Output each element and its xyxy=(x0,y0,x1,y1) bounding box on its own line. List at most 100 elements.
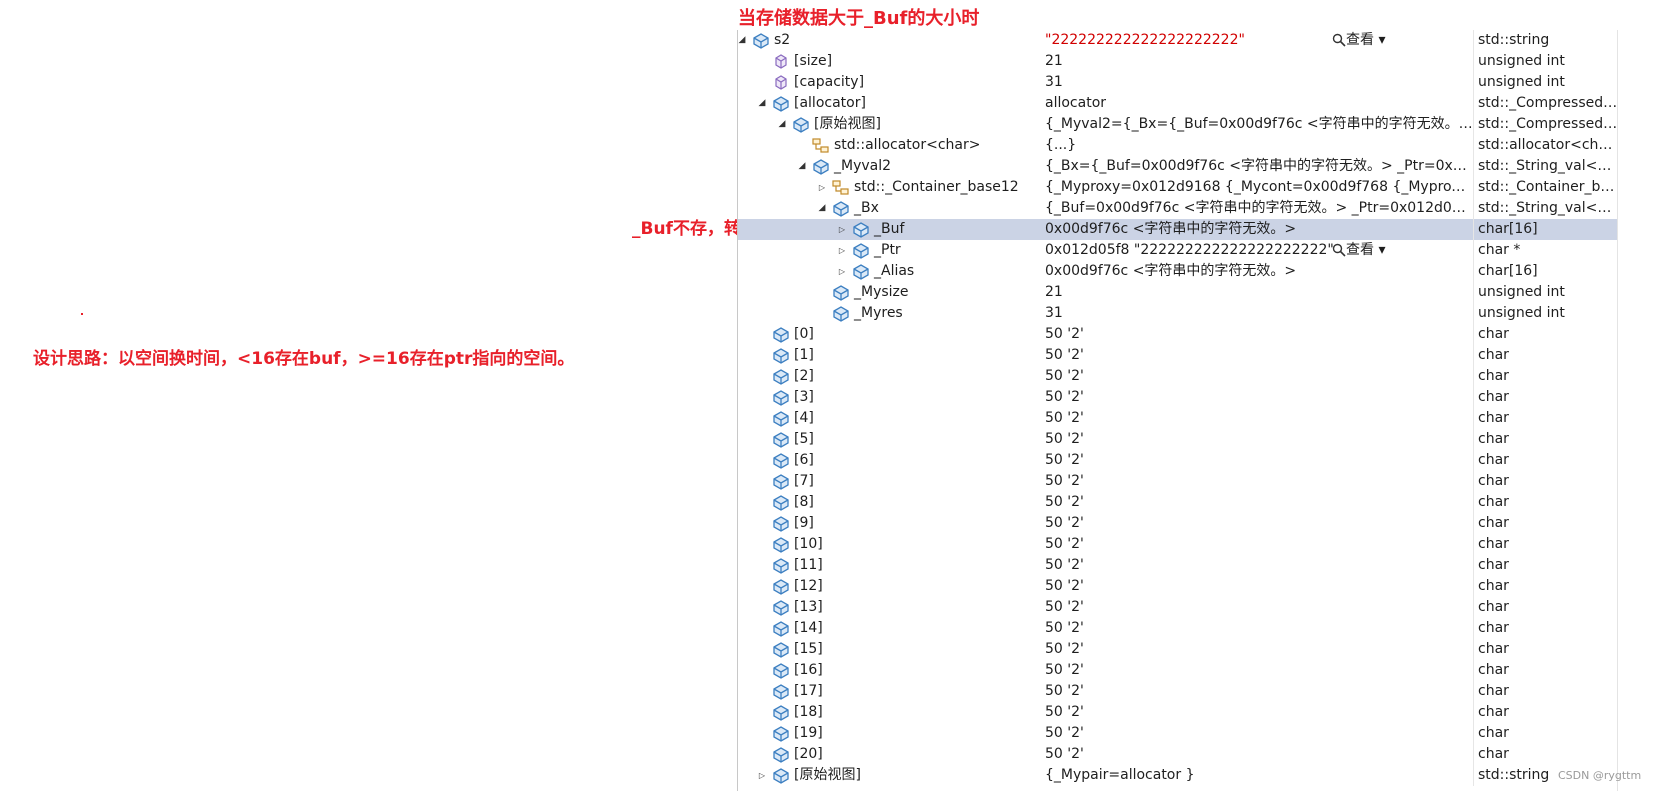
watch-value-cell[interactable]: 50 '2' xyxy=(1041,723,1473,744)
watch-type-cell: char xyxy=(1473,345,1618,366)
collapse-arrow-icon[interactable]: ◢ xyxy=(738,30,748,51)
watch-value-cell[interactable]: 50 '2' xyxy=(1041,513,1473,534)
watch-value-cell[interactable]: 50 '2' xyxy=(1041,576,1473,597)
watch-row[interactable]: [size] 21 unsigned int xyxy=(738,51,1618,72)
watch-row[interactable]: ◢ [原始视图] {_Myval2={_Bx={_Buf=0x00d9f76c <字… xyxy=(738,114,1618,135)
watch-row[interactable]: [8] 50 '2' char xyxy=(738,492,1618,513)
watch-row[interactable]: ▷ _Alias 0x00d9f76c <字符串中的字符无效。> char[16] xyxy=(738,261,1618,282)
watch-value-cell[interactable]: 50 '2' xyxy=(1041,744,1473,765)
watch-row[interactable]: ▷ _Buf 0x00d9f76c <字符串中的字符无效。> char[16] xyxy=(738,219,1618,240)
watch-type-cell: unsigned int xyxy=(1473,72,1618,93)
watch-value-cell[interactable]: 0x00d9f76c <字符串中的字符无效。> xyxy=(1041,219,1473,240)
watch-row[interactable]: [7] 50 '2' char xyxy=(738,471,1618,492)
watch-name-label: [5] xyxy=(794,431,814,447)
watch-row[interactable]: [1] 50 '2' char xyxy=(738,345,1618,366)
watch-name-cell: ◢ [原始视图] xyxy=(738,114,1041,135)
watch-value-cell[interactable]: {_Bx={_Buf=0x00d9f76c <字符串中的字符无效。> _Ptr=… xyxy=(1041,156,1473,177)
watch-value-cell[interactable]: "222222222222222222222" xyxy=(1041,30,1473,51)
dropdown-arrow-icon[interactable]: ▾ xyxy=(1374,32,1385,48)
watch-value-cell[interactable]: {_Mypair=allocator } xyxy=(1041,765,1473,786)
watch-value-cell[interactable]: 50 '2' xyxy=(1041,450,1473,471)
watch-name-cell: [3] xyxy=(738,387,1041,408)
watch-row[interactable]: [19] 50 '2' char xyxy=(738,723,1618,744)
watch-row[interactable]: ◢ s2 "222222222222222222222" 查看 ▾ std::strin… xyxy=(738,30,1618,51)
watch-row[interactable]: [5] 50 '2' char xyxy=(738,429,1618,450)
expand-arrow-icon[interactable]: ▷ xyxy=(836,240,848,261)
watch-row[interactable]: ◢ _Myval2 {_Bx={_Buf=0x00d9f76c <字符串中的字符无效… xyxy=(738,156,1618,177)
watch-row[interactable]: [9] 50 '2' char xyxy=(738,513,1618,534)
watch-value-cell[interactable]: {_Buf=0x00d9f76c <字符串中的字符无效。> _Ptr=0x012… xyxy=(1041,198,1473,219)
expand-arrow-icon[interactable]: ▷ xyxy=(836,261,848,282)
watch-value-cell[interactable]: 50 '2' xyxy=(1041,597,1473,618)
watch-value-cell[interactable]: 21 xyxy=(1041,51,1473,72)
watch-value-cell[interactable]: 50 '2' xyxy=(1041,702,1473,723)
watch-value-text: 50 '2' xyxy=(1045,515,1084,531)
watch-row[interactable]: [13] 50 '2' char xyxy=(738,597,1618,618)
watch-value-cell[interactable]: 50 '2' xyxy=(1041,555,1473,576)
watch-row[interactable]: [11] 50 '2' char xyxy=(738,555,1618,576)
collapse-arrow-icon[interactable]: ◢ xyxy=(776,114,788,135)
watch-row[interactable]: [14] 50 '2' char xyxy=(738,618,1618,639)
watch-value-cell[interactable]: 50 '2' xyxy=(1041,366,1473,387)
text-visualizer-button[interactable]: 查看 ▾ xyxy=(1332,30,1385,51)
expand-arrow-icon[interactable]: ▷ xyxy=(816,177,828,198)
watch-value-cell[interactable]: {...} xyxy=(1041,135,1473,156)
watch-row[interactable]: [20] 50 '2' char xyxy=(738,744,1618,765)
watch-value-cell[interactable]: allocator xyxy=(1041,93,1473,114)
watch-value-cell[interactable]: 50 '2' xyxy=(1041,345,1473,366)
watch-row[interactable]: ◢ [allocator] allocator std::_Compressed_p.… xyxy=(738,93,1618,114)
watch-value-cell[interactable]: 50 '2' xyxy=(1041,639,1473,660)
watch-value-cell[interactable]: 50 '2' xyxy=(1041,429,1473,450)
watch-value-cell[interactable]: 50 '2' xyxy=(1041,660,1473,681)
object-icon xyxy=(813,159,829,175)
watch-type-cell: char * xyxy=(1473,240,1618,261)
expand-arrow-icon[interactable]: ▷ xyxy=(756,765,768,786)
watch-name-label: [18] xyxy=(794,704,823,720)
watch-value-cell[interactable]: 50 '2' xyxy=(1041,324,1473,345)
watch-type-cell: unsigned int xyxy=(1473,282,1618,303)
watch-row[interactable]: ◢ _Bx {_Buf=0x00d9f76c <字符串中的字符无效。> _Ptr=0… xyxy=(738,198,1618,219)
watch-value-cell[interactable]: 50 '2' xyxy=(1041,408,1473,429)
watch-value-cell[interactable]: 50 '2' xyxy=(1041,681,1473,702)
expand-arrow-icon[interactable]: ▷ xyxy=(836,219,848,240)
watch-row[interactable]: [capacity] 31 unsigned int xyxy=(738,72,1618,93)
watch-row[interactable]: _Mysize 21 unsigned int xyxy=(738,282,1618,303)
watch-value-cell[interactable]: 21 xyxy=(1041,282,1473,303)
watch-value-cell[interactable]: 50 '2' xyxy=(1041,534,1473,555)
watch-row[interactable]: [10] 50 '2' char xyxy=(738,534,1618,555)
watch-value-cell[interactable]: {_Myproxy=0x012d9168 {_Mycont=0x00d9f768… xyxy=(1041,177,1473,198)
watch-row[interactable]: [12] 50 '2' char xyxy=(738,576,1618,597)
watch-row[interactable]: [15] 50 '2' char xyxy=(738,639,1618,660)
watch-value-cell[interactable]: 50 '2' xyxy=(1041,387,1473,408)
watch-row[interactable]: [2] 50 '2' char xyxy=(738,366,1618,387)
watch-row[interactable]: [6] 50 '2' char xyxy=(738,450,1618,471)
collapse-arrow-icon[interactable]: ◢ xyxy=(816,198,828,219)
watch-row[interactable]: [4] 50 '2' char xyxy=(738,408,1618,429)
watch-row[interactable]: ▷ [原始视图] {_Mypair=allocator } std::string xyxy=(738,765,1618,786)
watch-row[interactable]: [3] 50 '2' char xyxy=(738,387,1618,408)
text-visualizer-button[interactable]: 查看 ▾ xyxy=(1332,240,1385,261)
watch-value-cell[interactable]: 50 '2' xyxy=(1041,471,1473,492)
collapse-arrow-icon[interactable]: ◢ xyxy=(796,156,808,177)
watch-value-cell[interactable]: 0x012d05f8 "222222222222222222222" xyxy=(1041,240,1473,261)
watch-value-cell[interactable]: 31 xyxy=(1041,72,1473,93)
watch-value-cell[interactable]: 50 '2' xyxy=(1041,492,1473,513)
magnifier-icon xyxy=(1332,243,1346,257)
watch-row[interactable]: ▷ _Ptr 0x012d05f8 "222222222222222222222" 查… xyxy=(738,240,1618,261)
watch-row[interactable]: std::allocator<char> {...} std::allocator<… xyxy=(738,135,1618,156)
watch-row[interactable]: ▷ std::_Container_base12 {_Myproxy=0x012d9… xyxy=(738,177,1618,198)
watermark: CSDN @rygttm xyxy=(1558,769,1642,782)
object-icon xyxy=(773,600,789,616)
watch-value-cell[interactable]: 0x00d9f76c <字符串中的字符无效。> xyxy=(1041,261,1473,282)
watch-row[interactable]: [18] 50 '2' char xyxy=(738,702,1618,723)
dropdown-arrow-icon[interactable]: ▾ xyxy=(1374,242,1385,258)
watch-row[interactable]: [0] 50 '2' char xyxy=(738,324,1618,345)
collapse-arrow-icon[interactable]: ◢ xyxy=(756,93,768,114)
watch-row[interactable]: [17] 50 '2' char xyxy=(738,681,1618,702)
watch-row[interactable]: [16] 50 '2' char xyxy=(738,660,1618,681)
watch-value-cell[interactable]: 31 xyxy=(1041,303,1473,324)
object-icon xyxy=(773,474,789,490)
watch-value-cell[interactable]: 50 '2' xyxy=(1041,618,1473,639)
watch-value-cell[interactable]: {_Myval2={_Bx={_Buf=0x00d9f76c <字符串中的字符无… xyxy=(1041,114,1473,135)
watch-row[interactable]: _Myres 31 unsigned int xyxy=(738,303,1618,324)
